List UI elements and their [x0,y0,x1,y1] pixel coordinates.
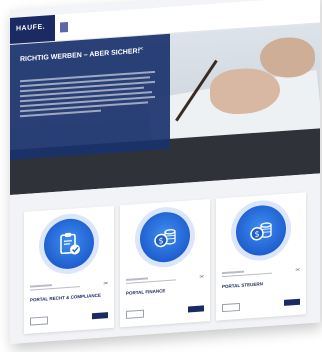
coins-dollar-icon: $ [140,210,190,264]
logo[interactable]: HAUFE. [10,14,55,44]
clipboard-check-icon [44,217,94,271]
portal-card[interactable]: $ ⫘ PORTAL FINANCE [120,199,210,328]
breadcrumb[interactable] [60,21,68,33]
card-secondary-button[interactable] [222,302,240,313]
svg-text:$: $ [158,236,163,245]
hero-title: RICHTIG WERBEN – ABER SICHER! [20,47,140,64]
card-title: PORTAL RECHT & COMPLIANCE [30,292,101,303]
hero-section: RICHTIG WERBEN – ABER SICHER! ⫘ [10,23,320,195]
svg-text:$: $ [254,230,259,239]
website-mockup: HAUFE. RICHTIG WERBEN – ABER SICHER! ⫘ ⫘… [10,0,320,344]
share-icon[interactable]: ⫘ [103,280,108,286]
main-nav [174,15,214,18]
card-title: PORTAL FINANCE [126,288,166,296]
card-meta-text [126,275,181,286]
portal-card[interactable]: ⫘ PORTAL RECHT & COMPLIANCE [24,205,114,335]
portal-card[interactable]: $ ⫘ PORTAL STEUERN [216,192,306,321]
card-meta-text [30,282,85,293]
coins-dollar-icon: $ [236,203,286,258]
share-icon[interactable]: ⫘ [199,273,204,279]
card-primary-button[interactable] [188,305,204,313]
hero-text-panel: RICHTIG WERBEN – ABER SICHER! ⫘ [10,33,170,161]
card-primary-button[interactable] [92,312,108,320]
card-secondary-button[interactable] [30,316,48,326]
share-icon[interactable]: ⫘ [295,267,300,273]
hero-body-text [20,70,155,120]
share-icon[interactable]: ⫘ [138,46,143,53]
logo-text: HAUFE. [16,23,46,33]
portal-cards-section: ⫘ PORTAL RECHT & COMPLIANCE $ ⫘ PORTAL F… [10,173,320,344]
card-primary-button[interactable] [284,298,300,306]
card-secondary-button[interactable] [126,309,144,319]
card-title: PORTAL STEUERN [222,281,263,290]
card-meta-text [222,268,277,279]
